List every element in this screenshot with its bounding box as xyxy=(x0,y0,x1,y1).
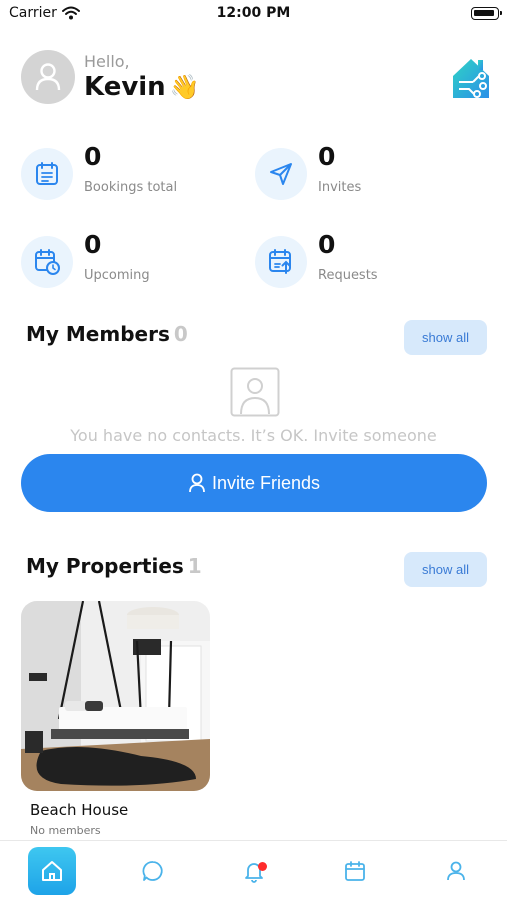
wave-emoji: 👋 xyxy=(169,73,200,101)
avatar[interactable] xyxy=(21,50,75,104)
calendar-icon xyxy=(345,861,365,881)
send-icon xyxy=(270,163,292,185)
battery-icon xyxy=(471,7,502,20)
stat-icon-circle xyxy=(255,148,307,200)
stat-label: Bookings total xyxy=(84,180,178,195)
stat-value: 0 xyxy=(84,142,102,171)
invite-friends-button[interactable]: Invite Friends xyxy=(21,454,487,512)
calendar-list-icon xyxy=(36,162,58,185)
stat-value: 0 xyxy=(318,230,336,259)
properties-title: My Properties xyxy=(26,554,184,578)
property-name[interactable]: Beach House xyxy=(30,801,128,819)
invite-friends-label: Invite Friends xyxy=(211,472,321,493)
stat-icon-circle xyxy=(255,236,307,288)
members-title: My Members xyxy=(26,322,170,346)
greeting-text: Hello, xyxy=(84,52,130,71)
stat-label: Invites xyxy=(318,180,362,195)
tab-bar xyxy=(0,840,507,900)
user-name: Kevin xyxy=(84,72,166,102)
tab-calendar[interactable] xyxy=(331,847,379,895)
properties-show-all-button[interactable]: show all xyxy=(404,552,487,587)
stat-label: Upcoming xyxy=(84,268,150,283)
stat-label: Requests xyxy=(318,268,378,283)
members-section-title: My Members 0 xyxy=(26,322,188,346)
bedroom-photo xyxy=(21,601,210,791)
tab-notifications[interactable] xyxy=(230,847,278,895)
tab-home[interactable] xyxy=(28,847,76,895)
user-icon xyxy=(189,473,205,493)
stat-icon-circle xyxy=(21,148,73,200)
stat-value: 0 xyxy=(318,142,336,171)
home-icon xyxy=(42,861,62,881)
properties-count: 1 xyxy=(187,554,202,578)
members-show-all-button[interactable]: show all xyxy=(404,320,487,355)
user-silhouette-icon xyxy=(35,63,61,91)
property-members: No members xyxy=(30,824,101,837)
members-count: 0 xyxy=(173,322,188,346)
status-bar: Carrier 12:00 PM xyxy=(0,0,507,30)
user-name-row: Kevin 👋 xyxy=(84,72,200,102)
stat-value: 0 xyxy=(84,230,102,259)
smart-home-logo-icon[interactable] xyxy=(449,54,493,100)
properties-section-title: My Properties 1 xyxy=(26,554,202,578)
tab-chat[interactable] xyxy=(129,847,177,895)
clock: 12:00 PM xyxy=(216,5,291,21)
stat-icon-circle xyxy=(21,236,73,288)
chat-icon xyxy=(142,861,163,881)
property-card-image[interactable] xyxy=(21,601,210,791)
calendar-clock-icon xyxy=(35,249,60,275)
members-empty-text: You have no contacts. It’s OK. Invite so… xyxy=(70,426,437,445)
notification-badge xyxy=(258,862,267,871)
empty-contact-icon xyxy=(230,367,280,417)
user-icon xyxy=(447,861,465,881)
tab-profile[interactable] xyxy=(432,847,480,895)
calendar-upload-icon xyxy=(269,249,291,274)
